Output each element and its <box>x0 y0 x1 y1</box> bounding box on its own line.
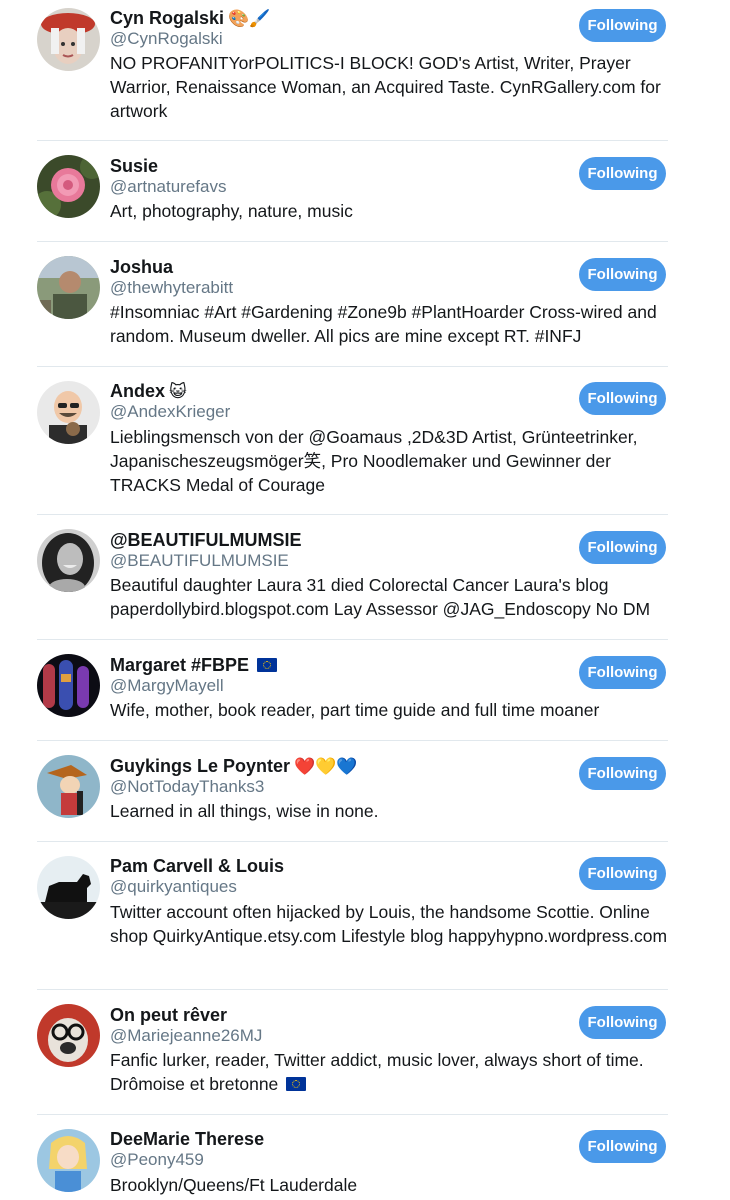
avatar[interactable] <box>37 155 100 218</box>
list-item[interactable]: On peut rêver @Mariejeanne26MJ Fanfic lu… <box>0 990 730 1115</box>
user-display-name[interactable]: Guykings Le Poynter ❤️💛💙 <box>110 755 358 778</box>
following-button[interactable]: Following <box>579 157 666 190</box>
following-button[interactable]: Following <box>579 382 666 415</box>
list-item[interactable]: Susie @artnaturefavs Art, photography, n… <box>0 141 730 242</box>
user-handle[interactable]: @artnaturefavs <box>110 177 226 197</box>
following-button[interactable]: Following <box>579 531 666 564</box>
user-display-name[interactable]: @BEAUTIFULMUMSIE <box>110 529 302 551</box>
name-emoji: ❤️💛💙 <box>294 757 358 777</box>
user-handle[interactable]: @Peony459 <box>110 1150 204 1170</box>
user-display-name[interactable]: DeeMarie Therese <box>110 1128 264 1150</box>
eu-flag-icon <box>286 1077 307 1091</box>
user-handle[interactable]: @MargyMayell <box>110 676 224 696</box>
avatar[interactable] <box>37 856 100 919</box>
following-button[interactable]: Following <box>579 1130 666 1163</box>
following-button[interactable]: Following <box>579 857 666 890</box>
name-emoji: 😺 <box>169 382 187 402</box>
list-item[interactable]: Joshua @thewhyterabitt #Insomniac #Art #… <box>0 242 730 367</box>
avatar[interactable] <box>37 1004 100 1067</box>
user-handle[interactable]: @CynRogalski <box>110 29 223 49</box>
user-bio: Wife, mother, book reader, part time gui… <box>110 700 600 720</box>
user-display-name[interactable]: Pam Carvell & Louis <box>110 855 284 877</box>
eu-flag-icon <box>257 658 278 672</box>
following-button[interactable]: Following <box>579 258 666 291</box>
avatar[interactable] <box>37 654 100 717</box>
user-bio: Lieblingsmensch von der @Goamaus ,2D&3D … <box>110 427 638 495</box>
user-handle[interactable]: @quirkyantiques <box>110 877 237 897</box>
list-item[interactable]: Guykings Le Poynter ❤️💛💙 @NotTodayThanks3… <box>0 741 730 842</box>
following-button[interactable]: Following <box>579 1006 666 1039</box>
avatar[interactable] <box>37 381 100 444</box>
user-handle[interactable]: @Mariejeanne26MJ <box>110 1026 262 1046</box>
list-item[interactable]: DeeMarie Therese @Peony459 Brooklyn/Quee… <box>0 1115 730 1200</box>
avatar[interactable] <box>37 529 100 592</box>
avatar[interactable] <box>37 755 100 818</box>
user-handle[interactable]: @AndexKrieger <box>110 402 230 422</box>
avatar[interactable] <box>37 8 100 71</box>
list-item[interactable]: Cyn Rogalski 🎨🖌️ @CynRogalski NO PROFANIT… <box>0 0 730 141</box>
user-bio: Beautiful daughter Laura 31 died Colorec… <box>110 575 651 619</box>
user-bio: Fanfic lurker, reader, Twitter addict, m… <box>110 1050 644 1094</box>
following-button[interactable]: Following <box>579 656 666 689</box>
avatar[interactable] <box>37 256 100 319</box>
user-bio: #Insomniac #Art #Gardening #Zone9b #Plan… <box>110 302 657 346</box>
user-handle[interactable]: @thewhyterabitt <box>110 278 233 298</box>
user-bio: Brooklyn/Queens/Ft Lauderdale <box>110 1175 358 1195</box>
list-item[interactable]: Pam Carvell & Louis @quirkyantiques Twit… <box>0 842 730 990</box>
name-emoji: 🎨🖌️ <box>228 9 271 29</box>
list-item[interactable]: Andex 😺 @AndexKrieger Lieblingsmensch von… <box>0 367 730 515</box>
following-button[interactable]: Following <box>579 9 666 42</box>
user-bio: Learned in all things, wise in none. <box>110 801 379 821</box>
user-handle[interactable]: @BEAUTIFULMUMSIE <box>110 551 289 571</box>
user-handle[interactable]: @NotTodayThanks3 <box>110 777 264 797</box>
user-display-name[interactable]: Cyn Rogalski 🎨🖌️ <box>110 7 270 30</box>
list-item[interactable]: Margaret #FBPE @MargyMayell Wife, mother… <box>0 640 730 741</box>
user-display-name[interactable]: Susie <box>110 155 158 177</box>
user-bio: NO PROFANITYorPOLITICS-I BLOCK! GOD's Ar… <box>110 53 661 121</box>
user-display-name[interactable]: Margaret #FBPE <box>110 654 278 676</box>
list-item[interactable]: @BEAUTIFULMUMSIE @BEAUTIFULMUMSIE Beauti… <box>0 515 730 640</box>
avatar[interactable] <box>37 1129 100 1192</box>
user-display-name[interactable]: On peut rêver <box>110 1004 227 1026</box>
following-button[interactable]: Following <box>579 757 666 790</box>
user-bio: Art, photography, nature, music <box>110 201 353 221</box>
user-bio: Twitter account often hijacked by Louis,… <box>110 902 668 946</box>
user-display-name[interactable]: Joshua <box>110 256 173 278</box>
user-display-name[interactable]: Andex 😺 <box>110 380 187 403</box>
